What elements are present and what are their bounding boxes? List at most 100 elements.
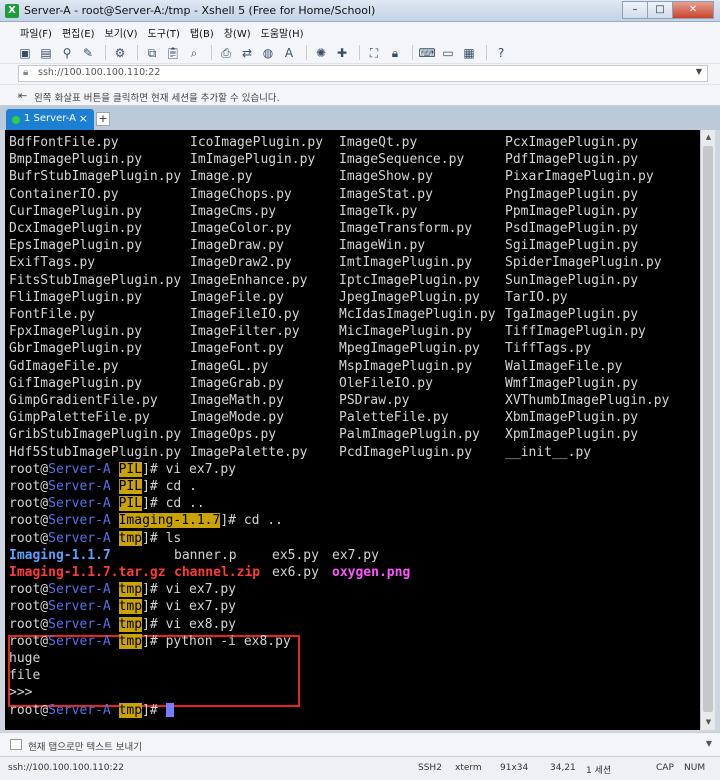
file-name: XbmImagePlugin.py: [505, 410, 639, 426]
prompt-user: root@: [9, 530, 49, 546]
fullscreen-icon[interactable]: ⛶: [365, 45, 383, 61]
file-name: CurImagePlugin.py: [9, 203, 143, 219]
chevron-down-icon[interactable]: ▼: [696, 67, 702, 76]
prompt-suffix: ]#: [142, 496, 166, 512]
listing-row: BmpImagePlugin.py ImImagePlugin.py ImageSe…: [9, 151, 689, 168]
file-name: IcoImagePlugin.py: [190, 135, 324, 150]
prompt-host: Server-A: [48, 599, 111, 615]
tab-server-a[interactable]: 1 Server-A ×: [6, 109, 94, 130]
file-name: ExifTags.py: [9, 255, 96, 271]
window-title: Server-A - root@Server-A:/tmp - Xshell 5…: [24, 4, 376, 17]
prompt-suffix: ]#: [142, 582, 166, 598]
close-button[interactable]: ✕: [672, 1, 714, 19]
open-folder-icon[interactable]: ▤: [37, 45, 55, 61]
file-name: ImageSequence.py: [339, 152, 465, 168]
prompt-host: Server-A: [48, 496, 111, 512]
file-name: JpegImagePlugin.py: [339, 289, 480, 305]
paste-icon[interactable]: 📋︎: [164, 45, 182, 61]
command-text: vi ex7.py: [165, 461, 237, 477]
file-name: SpiderImagePlugin.py: [505, 255, 662, 271]
copy-icon[interactable]: ⧉: [143, 45, 161, 61]
prompt-host: Server-A: [48, 479, 111, 494]
prompt-suffix: ]#: [142, 479, 166, 494]
globe-icon[interactable]: ◍: [259, 45, 277, 61]
file-name: OleFileIO.py: [339, 375, 433, 391]
compose-icon[interactable]: ▭: [439, 45, 457, 61]
menu-tab[interactable]: 탭(B): [190, 25, 214, 40]
chevron-down-icon[interactable]: ▼: [706, 739, 712, 748]
command-line: root@Server-A PIL]# cd ..: [9, 495, 689, 512]
output-text: file: [9, 668, 41, 684]
listing-row: EpsImagePlugin.py ImageDraw.py ImageWin.py…: [9, 237, 689, 254]
terminal-scrollbar[interactable]: ▲ ▼: [700, 130, 715, 730]
file-name: ImtImagePlugin.py: [339, 255, 473, 271]
file-name: ImageMode.py: [190, 410, 284, 426]
lock-icon[interactable]: 🔒︎: [386, 45, 404, 61]
menu-file[interactable]: 파일(F): [20, 25, 52, 40]
xftp-icon[interactable]: ✺: [312, 45, 330, 61]
terminal-area[interactable]: BdfFontFile.py IcoImagePlugin.py ImageQt.p…: [5, 130, 700, 730]
print-icon[interactable]: ⎙: [217, 45, 235, 61]
command-text: cd .: [165, 479, 197, 494]
session-bar-icon[interactable]: ⇤: [18, 89, 27, 102]
menu-edit[interactable]: 편집(E): [62, 25, 95, 40]
close-icon[interactable]: ×: [79, 112, 88, 125]
keyboard-icon[interactable]: ⌨: [418, 45, 436, 61]
xmanager-icon[interactable]: ✚: [333, 45, 351, 61]
command-line: root@Server-A tmp]# python -i ex8.py: [9, 633, 689, 650]
prompt-host: Server-A: [48, 582, 111, 598]
file-name: EpsImagePlugin.py: [9, 238, 143, 254]
file-name: ImageWin.py: [339, 238, 426, 254]
file-name: TiffTags.py: [505, 341, 592, 357]
help-icon[interactable]: ?: [492, 45, 510, 61]
listing-row: BdfFontFile.py IcoImagePlugin.py ImageQt.p…: [9, 134, 689, 151]
transfer-icon[interactable]: ⇄: [238, 45, 256, 61]
minimize-button[interactable]: –: [622, 1, 648, 19]
connected-status-icon: [12, 116, 20, 124]
file-name: MicImagePlugin.py: [339, 324, 473, 340]
file-name: McIdasImagePlugin.py: [339, 307, 496, 322]
menu-window[interactable]: 창(W): [224, 25, 251, 40]
properties-icon[interactable]: ⚙: [111, 45, 129, 61]
file-name: ImageShow.py: [339, 169, 433, 185]
toolbar-separator: [412, 45, 413, 60]
file-name: PalmImagePlugin.py: [339, 427, 480, 443]
find-icon[interactable]: ⌕: [185, 45, 203, 61]
compose-text[interactable]: 현재 탭으로만 텍스트 보내기: [28, 739, 142, 753]
menu-tools[interactable]: 도구(T): [148, 25, 180, 40]
maximize-button[interactable]: □: [647, 1, 673, 19]
scrollbar-thumb[interactable]: [703, 146, 713, 712]
menu-view[interactable]: 보기(V): [105, 25, 138, 40]
compose-icon[interactable]: [10, 739, 22, 750]
file-name: WmfImagePlugin.py: [505, 375, 639, 391]
scroll-up-icon[interactable]: ▲: [703, 132, 714, 143]
file-name: ImageCms.py: [190, 203, 277, 219]
output-text: >>>: [9, 685, 33, 701]
menu-bar: 파일(F) 편집(E) 보기(V) 도구(T) 탭(B) 창(W) 도움말(H): [0, 22, 720, 42]
file-name: ImagePalette.py: [190, 444, 308, 460]
disconnect-icon[interactable]: ✎: [79, 45, 97, 61]
tab-label: 1 Server-A: [24, 113, 76, 124]
file-name: GifImagePlugin.py: [9, 375, 143, 391]
font-icon[interactable]: A: [280, 45, 298, 61]
prompt-suffix: ]#: [142, 702, 166, 718]
ls-entry: Imaging-1.1.7.tar.gz: [9, 565, 166, 580]
window-controls: – □ ✕: [622, 1, 714, 19]
connect-icon[interactable]: ⚲: [58, 45, 76, 61]
menu-help[interactable]: 도움말(H): [261, 25, 304, 40]
scroll-down-icon[interactable]: ▼: [703, 717, 714, 728]
add-tab-icon[interactable]: +: [96, 112, 110, 126]
prompt-user: root@: [9, 496, 49, 512]
program-output: >>>: [9, 684, 689, 701]
tabs-icon[interactable]: ▦: [460, 45, 478, 61]
toolbar-separator: [137, 45, 138, 60]
file-name: TarIO.py: [505, 289, 568, 305]
file-name: PpmImagePlugin.py: [505, 203, 639, 219]
ls-entry: channel.zip: [174, 565, 261, 580]
listing-row: ContainerIO.py ImageChops.py ImageStat.py P…: [9, 186, 689, 203]
new-session-icon[interactable]: ▣: [16, 45, 34, 61]
prompt-dir: PIL: [118, 479, 143, 494]
ls-entry: ex5.py: [272, 547, 319, 563]
file-name: Image.py: [190, 169, 253, 185]
